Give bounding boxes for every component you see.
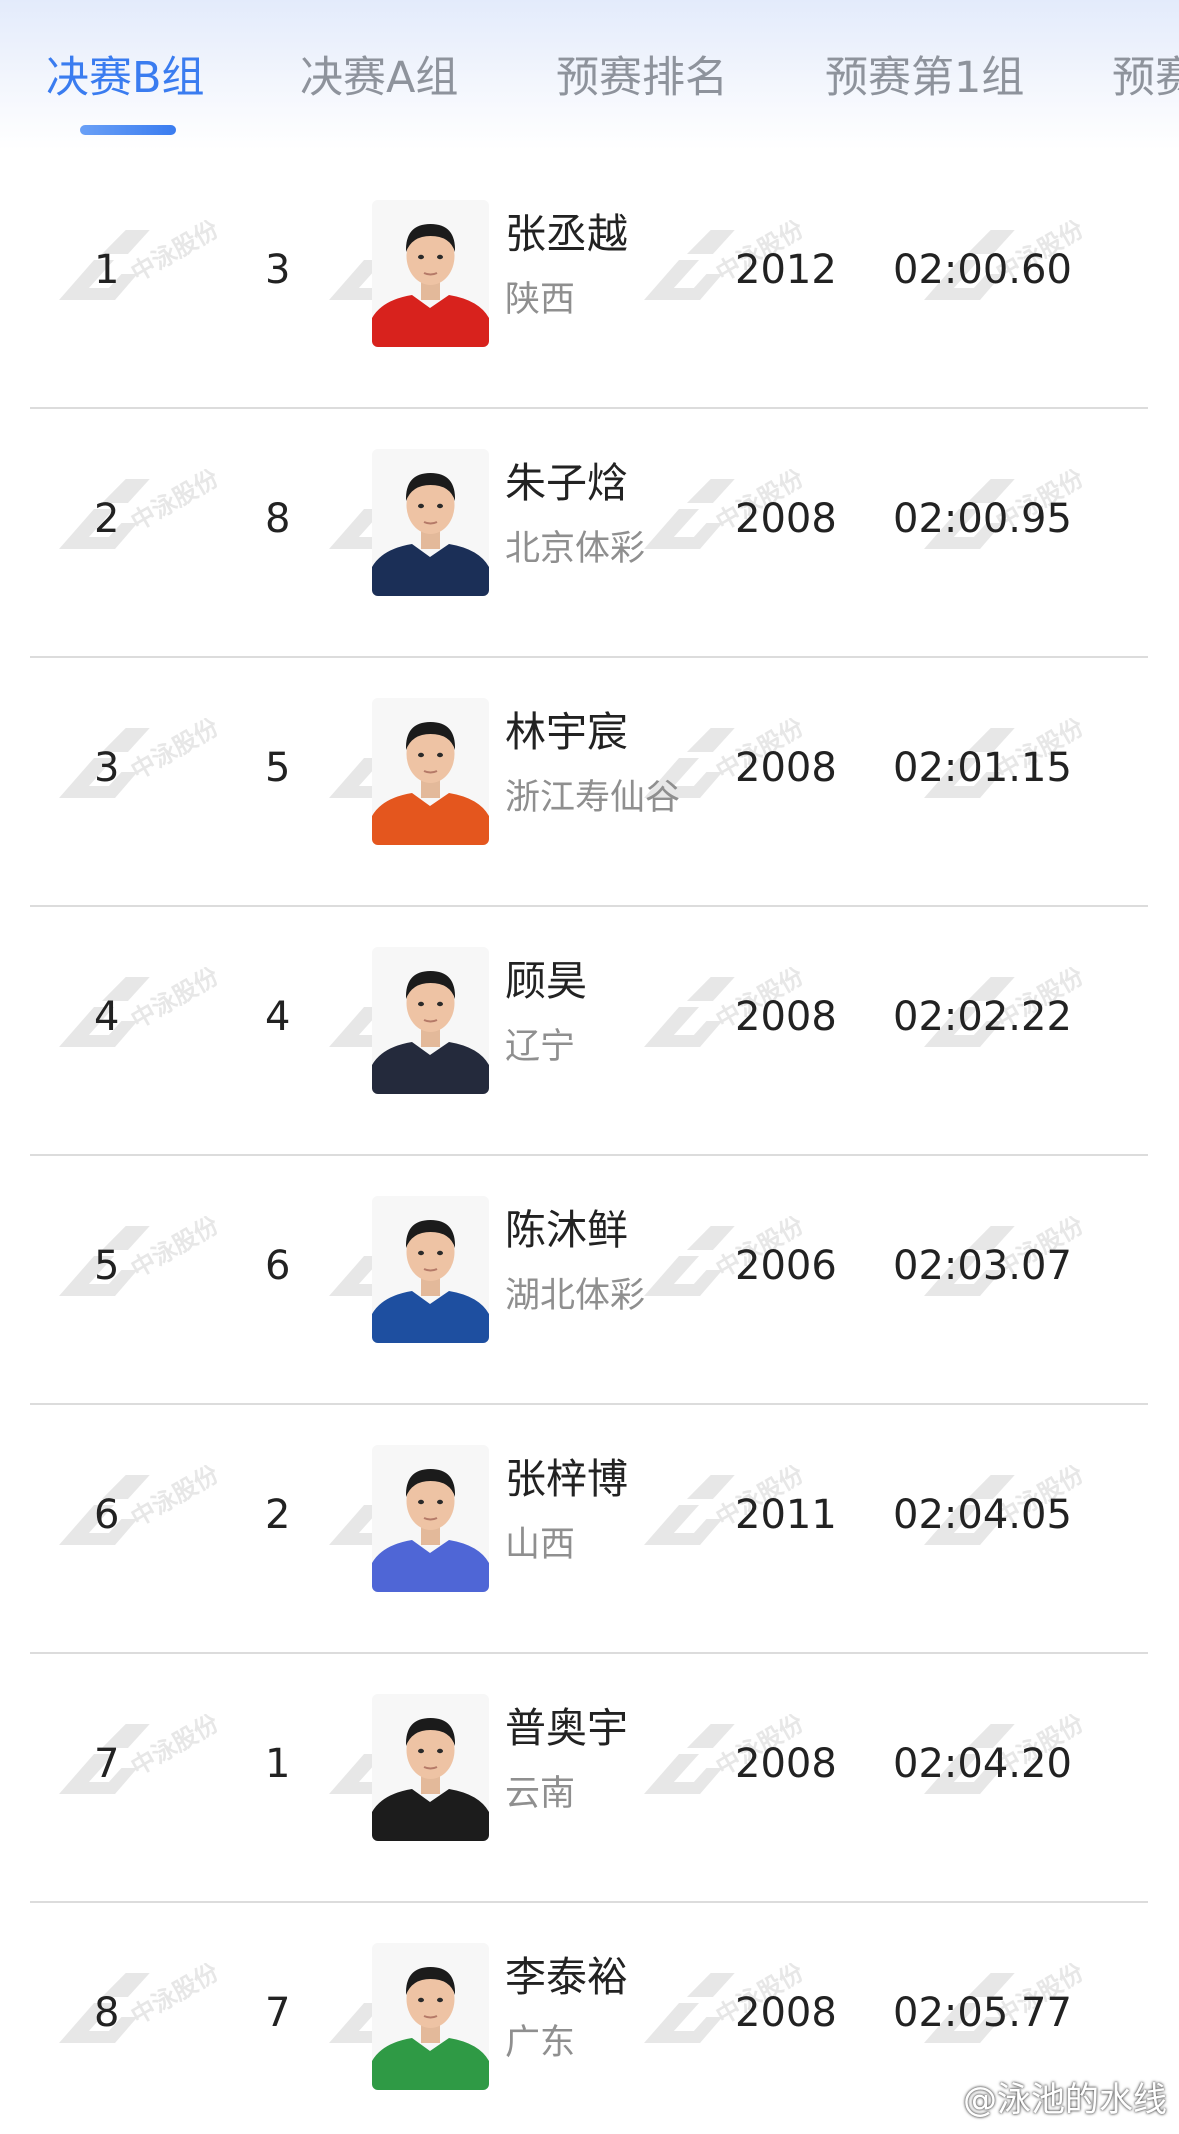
- athlete-avatar-icon: [372, 200, 489, 347]
- result-time: 02:04.20: [893, 1741, 1072, 1787]
- athlete-photo[interactable]: [372, 1694, 489, 1841]
- rank-value: 6: [94, 1492, 120, 1538]
- result-row[interactable]: 中泳股份 中泳股份 中泳股份 中泳股份 2: [0, 409, 1179, 658]
- rank-value: 3: [94, 745, 120, 791]
- tab-final-b[interactable]: 决赛B组: [46, 48, 205, 108]
- birth-year: 2012: [735, 247, 837, 293]
- result-row[interactable]: 中泳股份 中泳股份 中泳股份 中泳股份 3: [0, 658, 1179, 907]
- athlete-name: 李泰裕: [505, 1953, 628, 2001]
- athlete-team: 湖北体彩: [505, 1276, 646, 1316]
- athlete-team: 山西: [505, 1525, 576, 1565]
- result-row[interactable]: 中泳股份 中泳股份 中泳股份 中泳股份 4: [0, 907, 1179, 1156]
- athlete-photo[interactable]: [372, 1943, 489, 2090]
- rank-value: 5: [94, 1243, 120, 1289]
- result-time: 02:00.95: [893, 496, 1072, 542]
- athlete-photo[interactable]: [372, 698, 489, 845]
- watermark-text-5-1: 中泳股份: [126, 1465, 224, 1532]
- lane-value: 4: [265, 994, 291, 1040]
- result-time: 02:02.22: [893, 994, 1072, 1040]
- watermark-logo: 中泳股份: [55, 967, 235, 1067]
- rank-value: 1: [94, 247, 120, 293]
- lane-value: 3: [265, 247, 291, 293]
- watermark-logo: 中泳股份: [55, 1465, 235, 1565]
- watermark-text-4-1: 中泳股份: [126, 1216, 224, 1283]
- athlete-avatar-icon: [372, 1694, 489, 1841]
- weibo-icon: [913, 2078, 957, 2114]
- athlete-team: 浙江寿仙谷: [505, 778, 681, 818]
- result-row[interactable]: 中泳股份 中泳股份 中泳股份 中泳股份 6: [0, 1405, 1179, 1654]
- weibo-credit: @泳池的水线: [913, 2068, 1167, 2124]
- watermark-text-1-1: 中泳股份: [126, 469, 224, 536]
- birth-year: 2008: [735, 496, 837, 542]
- athlete-name: 朱子焓: [505, 459, 628, 507]
- athlete-avatar-icon: [372, 1943, 489, 2090]
- lane-value: 2: [265, 1492, 291, 1538]
- athlete-team: 陕西: [505, 280, 576, 320]
- tab-heats-ranking[interactable]: 预赛排名: [556, 48, 728, 108]
- result-row[interactable]: 中泳股份 中泳股份 中泳股份 中泳股份 1: [0, 160, 1179, 409]
- rank-value: 4: [94, 994, 120, 1040]
- watermark-text-3-1: 中泳股份: [126, 967, 224, 1034]
- result-time: 02:04.05: [893, 1492, 1072, 1538]
- birth-year: 2008: [735, 1990, 837, 2036]
- lane-value: 7: [265, 1990, 291, 2036]
- athlete-team: 北京体彩: [505, 529, 646, 569]
- results-list: 中泳股份 中泳股份 中泳股份 中泳股份 1: [0, 160, 1179, 2134]
- watermark-text-2-1: 中泳股份: [126, 718, 224, 785]
- birth-year: 2008: [735, 745, 837, 791]
- watermark-logo: 中泳股份: [55, 1963, 235, 2063]
- athlete-name: 林宇宸: [505, 708, 628, 756]
- birth-year: 2006: [735, 1243, 837, 1289]
- athlete-photo[interactable]: [372, 200, 489, 347]
- tab-heat-1[interactable]: 预赛第1组: [825, 48, 1024, 108]
- athlete-photo[interactable]: [372, 1196, 489, 1343]
- birth-year: 2008: [735, 994, 837, 1040]
- lane-value: 6: [265, 1243, 291, 1289]
- result-time: 02:00.60: [893, 247, 1072, 293]
- athlete-avatar-icon: [372, 698, 489, 845]
- lane-value: 8: [265, 496, 291, 542]
- result-time: 02:03.07: [893, 1243, 1072, 1289]
- athlete-name: 普奥宇: [505, 1704, 628, 1752]
- athlete-team: 云南: [505, 1774, 576, 1814]
- active-tab-indicator: [80, 125, 176, 135]
- credit-text: @泳池的水线: [963, 2079, 1167, 2120]
- lane-value: 1: [265, 1741, 291, 1787]
- tab-bar: 决赛B组 决赛A组 预赛排名 预赛第1组 预赛: [0, 0, 1179, 150]
- birth-year: 2011: [735, 1492, 837, 1538]
- athlete-avatar-icon: [372, 947, 489, 1094]
- watermark-logo: 中泳股份: [55, 1714, 235, 1814]
- tab-final-a[interactable]: 决赛A组: [300, 48, 458, 108]
- athlete-avatar-icon: [372, 1445, 489, 1592]
- athlete-avatar-icon: [372, 449, 489, 596]
- result-row[interactable]: 中泳股份 中泳股份 中泳股份 中泳股份 7: [0, 1654, 1179, 1903]
- athlete-name: 张梓博: [505, 1455, 628, 1503]
- birth-year: 2008: [735, 1741, 837, 1787]
- watermark-logo: 中泳股份: [55, 1216, 235, 1316]
- athlete-team: 广东: [505, 2023, 576, 2063]
- watermark-logo: 中泳股份: [55, 220, 235, 320]
- rank-value: 8: [94, 1990, 120, 2036]
- watermark-text-7-1: 中泳股份: [126, 1963, 224, 2030]
- athlete-photo[interactable]: [372, 947, 489, 1094]
- athlete-name: 张丞越: [505, 210, 628, 258]
- athlete-name: 陈沐鲜: [505, 1206, 628, 1254]
- athlete-team: 辽宁: [505, 1027, 576, 1067]
- athlete-name: 顾昊: [505, 957, 587, 1005]
- watermark-logo: 中泳股份: [55, 469, 235, 569]
- athlete-photo[interactable]: [372, 1445, 489, 1592]
- result-row[interactable]: 中泳股份 中泳股份 中泳股份 中泳股份 5: [0, 1156, 1179, 1405]
- athlete-photo[interactable]: [372, 449, 489, 596]
- results-page: 决赛B组 决赛A组 预赛排名 预赛第1组 预赛 中泳股份 中泳股份 中泳股份 1…: [0, 0, 1179, 2134]
- tab-heats-next[interactable]: 预赛: [1112, 48, 1179, 108]
- rank-value: 7: [94, 1741, 120, 1787]
- watermark-text-0-1: 中泳股份: [126, 220, 224, 287]
- lane-value: 5: [265, 745, 291, 791]
- rank-value: 2: [94, 496, 120, 542]
- watermark-logo: 中泳股份: [55, 718, 235, 818]
- watermark-text-6-1: 中泳股份: [126, 1714, 224, 1781]
- athlete-avatar-icon: [372, 1196, 489, 1343]
- result-time: 02:01.15: [893, 745, 1072, 791]
